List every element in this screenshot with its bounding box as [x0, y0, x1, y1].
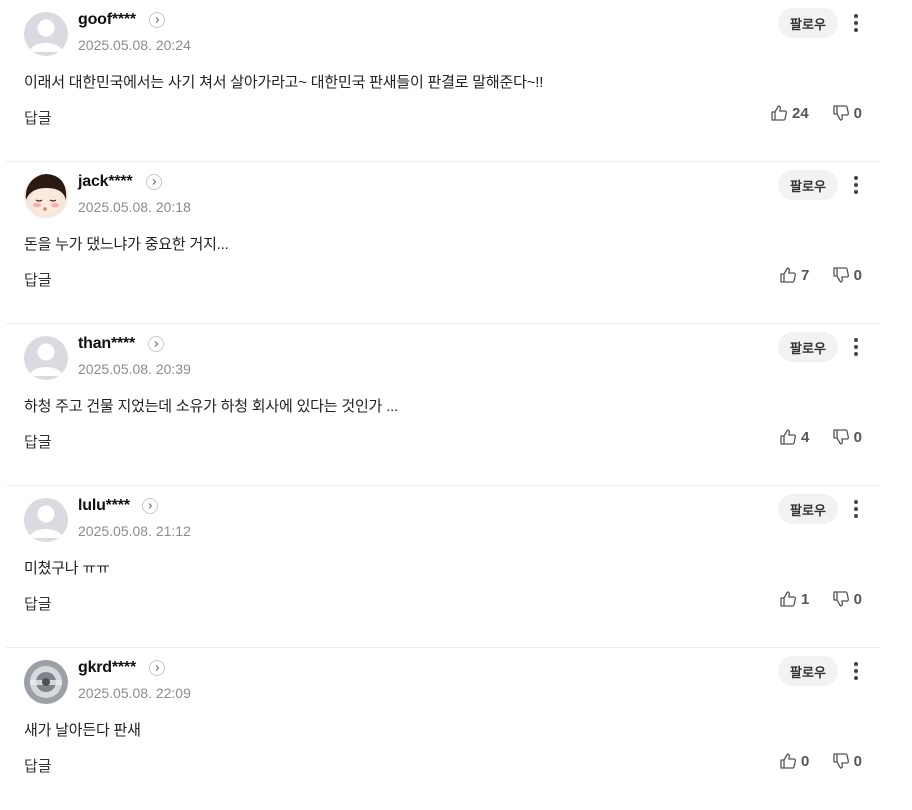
reply-button[interactable]: 답글 [24, 431, 52, 452]
comment-item: than**** 2025.05.08. 20:39 팔로우 하청 주고 건물 … [6, 324, 880, 486]
dislike-count: 0 [853, 752, 862, 770]
cartoon-face-avatar[interactable] [24, 174, 68, 218]
chevron-right-icon[interactable] [149, 660, 165, 676]
default-avatar-icon[interactable] [24, 12, 68, 56]
nickname[interactable]: gkrd**** [78, 659, 136, 677]
follow-button[interactable]: 팔로우 [778, 332, 838, 362]
more-options-icon[interactable] [846, 174, 866, 196]
thumbs-up-icon [780, 591, 796, 607]
follow-button[interactable]: 팔로우 [778, 494, 838, 524]
more-options-icon[interactable] [846, 660, 866, 682]
reply-button[interactable]: 답글 [24, 593, 52, 614]
thumbs-down-icon [833, 753, 849, 769]
photo-avatar[interactable] [24, 660, 68, 704]
comment-item: jack**** 2025.05.08. 20:18 팔로우 돈을 누가 댔느냐… [6, 162, 880, 324]
comment-text: 미쳤구나 ㅠㅠ [24, 560, 110, 577]
follow-button[interactable]: 팔로우 [778, 170, 838, 200]
like-count: 4 [801, 428, 810, 446]
timestamp: 2025.05.08. 20:24 [78, 37, 191, 53]
dislike-count: 0 [853, 428, 862, 446]
thumbs-down-icon [833, 105, 849, 121]
comment-item: gkrd**** 2025.05.08. 22:09 팔로우 새가 날아든다 판… [6, 648, 880, 810]
more-options-icon[interactable] [846, 498, 866, 520]
timestamp: 2025.05.08. 21:12 [78, 523, 191, 539]
follow-button[interactable]: 팔로우 [778, 656, 838, 686]
chevron-right-icon[interactable] [149, 12, 165, 28]
thumbs-up-icon [780, 753, 796, 769]
dislike-count: 0 [853, 590, 862, 608]
thumbs-down-icon [833, 429, 849, 445]
thumbs-down-icon [833, 267, 849, 283]
like-button[interactable]: 4 [779, 428, 809, 446]
timestamp: 2025.05.08. 20:18 [78, 199, 191, 215]
reply-button[interactable]: 답글 [24, 755, 52, 776]
dislike-button[interactable]: 0 [832, 104, 862, 122]
like-count: 7 [801, 266, 810, 284]
dislike-button[interactable]: 0 [832, 266, 862, 284]
like-button[interactable]: 7 [779, 266, 809, 284]
like-button[interactable]: 0 [779, 752, 809, 770]
more-options-icon[interactable] [846, 12, 866, 34]
more-options-icon[interactable] [846, 336, 866, 358]
dislike-count: 0 [853, 104, 862, 122]
comment-text: 새가 날아든다 판새 [24, 722, 141, 739]
dislike-button[interactable]: 0 [832, 428, 862, 446]
reply-button[interactable]: 답글 [24, 107, 52, 128]
thumbs-up-icon [780, 267, 796, 283]
comment-text: 돈을 누가 댔느냐가 중요한 거지... [24, 236, 229, 253]
timestamp: 2025.05.08. 20:39 [78, 361, 191, 377]
chevron-right-icon[interactable] [148, 336, 164, 352]
thumbs-up-icon [780, 429, 796, 445]
thumbs-up-icon [771, 105, 787, 121]
like-count: 0 [801, 752, 810, 770]
like-count: 1 [801, 590, 810, 608]
default-avatar-icon[interactable] [24, 498, 68, 542]
like-count: 24 [792, 104, 809, 122]
like-button[interactable]: 1 [779, 590, 809, 608]
nickname[interactable]: than**** [78, 335, 135, 353]
dislike-button[interactable]: 0 [832, 590, 862, 608]
timestamp: 2025.05.08. 22:09 [78, 685, 191, 701]
nickname[interactable]: lulu**** [78, 497, 130, 515]
chevron-right-icon[interactable] [146, 174, 162, 190]
follow-button[interactable]: 팔로우 [778, 8, 838, 38]
dislike-count: 0 [853, 266, 862, 284]
reply-button[interactable]: 답글 [24, 269, 52, 290]
comment-text: 이래서 대한민국에서는 사기 쳐서 살아가라고~ 대한민국 판새들이 판결로 말… [24, 74, 544, 91]
dislike-button[interactable]: 0 [832, 752, 862, 770]
comment-text: 하청 주고 건물 지었는데 소유가 하청 회사에 있다는 것인가 ... [24, 398, 399, 415]
like-button[interactable]: 24 [770, 104, 809, 122]
default-avatar-icon[interactable] [24, 336, 68, 380]
nickname[interactable]: goof**** [78, 11, 136, 29]
chevron-right-icon[interactable] [142, 498, 158, 514]
thumbs-down-icon [833, 591, 849, 607]
comment-item: lulu**** 2025.05.08. 21:12 팔로우 미쳤구나 ㅠㅠ 답… [6, 486, 880, 648]
nickname[interactable]: jack**** [78, 173, 133, 191]
comment-item: goof**** 2025.05.08. 20:24 팔로우 이래서 대한민국에… [6, 0, 880, 162]
